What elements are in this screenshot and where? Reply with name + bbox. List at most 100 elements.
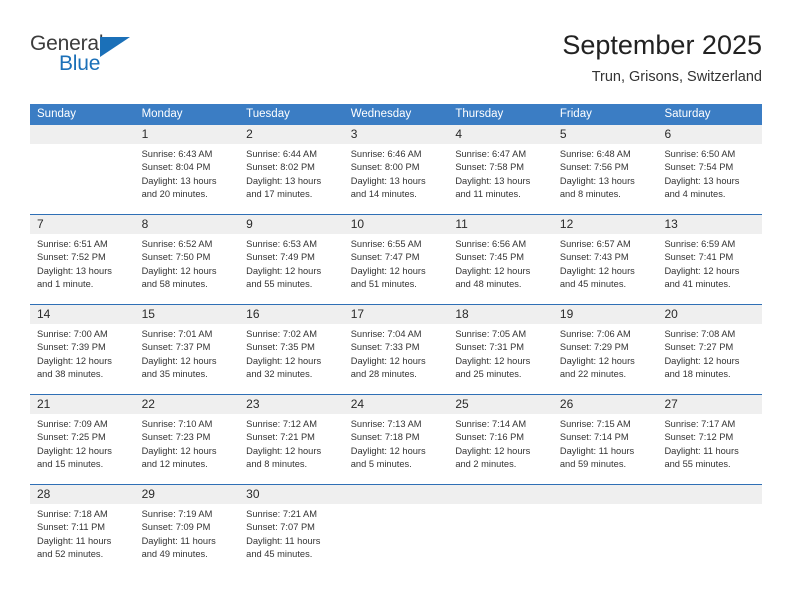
calendar-day-cell[interactable]: 29 Sunrise: 7:19 AM Sunset: 7:09 PM Dayligh… [134,485,240,574]
page-header: General Blue September 2025 Trun, Grison… [30,28,762,92]
daylight-text: Daylight: 12 hours and 48 minutes. [455,265,531,289]
day-number: 4 [448,125,553,144]
sunset-text: Sunset: 7:12 PM [664,432,734,443]
calendar-day-cell-empty [30,125,135,214]
calendar-day-cell[interactable]: 7 Sunrise: 6:51 AM Sunset: 7:52 PM Daylight… [30,215,135,304]
daylight-text: Daylight: 12 hours and 41 minutes. [664,265,740,289]
calendar-day-cell[interactable]: 27 Sunrise: 7:17 AM Sunset: 7:12 PM Dayligh… [657,395,763,484]
calendar-day-cell[interactable]: 28 Sunrise: 7:18 AM Sunset: 7:11 PM Dayligh… [30,485,135,574]
day-sun-info: Sunrise: 7:12 AM Sunset: 7:21 PM Daylight:… [239,414,344,471]
day-number: 10 [343,215,449,234]
day-number: 2 [239,125,344,144]
calendar-day-cell[interactable]: 14 Sunrise: 7:00 AM Sunset: 7:39 PM Dayligh… [30,305,135,394]
calendar-day-cell-empty [657,485,763,574]
calendar-day-cell[interactable]: 25 Sunrise: 7:14 AM Sunset: 7:16 PM Dayligh… [448,395,553,484]
sunset-text: Sunset: 7:25 PM [37,432,106,443]
sunrise-text: Sunrise: 7:10 AM [141,419,213,429]
day-number: 22 [134,395,240,414]
daylight-text: Daylight: 12 hours and 15 minutes. [37,445,112,469]
day-number: 5 [552,125,658,144]
calendar-day-cell[interactable]: 15 Sunrise: 7:01 AM Sunset: 7:37 PM Dayligh… [134,305,240,394]
calendar-day-cell[interactable]: 16 Sunrise: 7:02 AM Sunset: 7:35 PM Dayligh… [239,305,344,394]
calendar-day-cell[interactable]: 21 Sunrise: 7:09 AM Sunset: 7:25 PM Dayligh… [30,395,135,484]
weekday-header-friday: Friday [559,108,592,120]
calendar-day-cell[interactable]: 9 Sunrise: 6:53 AM Sunset: 7:49 PM Daylight… [239,215,344,304]
day-sun-info: Sunrise: 7:21 AM Sunset: 7:07 PM Daylight:… [239,504,344,561]
calendar-day-cell[interactable]: 11 Sunrise: 6:56 AM Sunset: 7:45 PM Dayligh… [448,215,553,304]
day-sun-info: Sunrise: 7:18 AM Sunset: 7:11 PM Daylight:… [30,504,135,561]
calendar-day-cell[interactable]: 2 Sunrise: 6:44 AM Sunset: 8:02 PM Daylight… [239,125,344,214]
sunrise-text: Sunrise: 6:59 AM [664,239,736,249]
weekday-header-tuesday: Tuesday [246,108,290,120]
calendar-weeks: 1 Sunrise: 6:43 AM Sunset: 8:04 PM Daylight… [30,125,763,574]
day-sun-info: Sunrise: 6:52 AM Sunset: 7:50 PM Daylight:… [135,234,240,291]
day-number: 9 [239,215,344,234]
calendar-grid: Sunday Monday Tuesday Wednesday Thursday… [30,104,763,574]
flag-triangle-icon [100,37,130,57]
day-number: 24 [343,395,449,414]
sunset-text: Sunset: 7:23 PM [141,432,211,443]
sunset-text: Sunset: 7:07 PM [246,522,315,533]
daylight-text: Daylight: 12 hours and 51 minutes. [350,265,426,289]
sunrise-text: Sunrise: 7:17 AM [664,419,736,429]
calendar-day-cell[interactable]: 26 Sunrise: 7:15 AM Sunset: 7:14 PM Dayligh… [552,395,658,484]
day-sun-info: Sunrise: 7:10 AM Sunset: 7:23 PM Daylight:… [135,414,240,471]
daylight-text: Daylight: 12 hours and 8 minutes. [246,445,322,469]
calendar-day-cell[interactable]: 17 Sunrise: 7:04 AM Sunset: 7:33 PM Dayligh… [343,305,449,394]
sunrise-text: Sunrise: 6:51 AM [37,239,108,249]
day-sun-info: Sunrise: 6:48 AM Sunset: 7:56 PM Daylight:… [553,144,658,201]
general-blue-logo[interactable]: General Blue [30,32,160,86]
page-title: September 2025 [562,30,762,60]
day-number: 16 [239,305,344,324]
day-sun-info: Sunrise: 7:08 AM Sunset: 7:27 PM Daylight:… [657,324,762,381]
daylight-text: Daylight: 11 hours and 49 minutes. [141,535,216,559]
day-number: 11 [448,215,553,234]
calendar-day-cell[interactable]: 10 Sunrise: 6:55 AM Sunset: 7:47 PM Dayligh… [343,215,449,304]
day-sun-info: Sunrise: 7:06 AM Sunset: 7:29 PM Daylight:… [553,324,658,381]
daylight-text: Daylight: 12 hours and 38 minutes. [37,355,112,379]
calendar-day-cell-empty [552,485,658,574]
calendar-day-cell[interactable]: 5 Sunrise: 6:48 AM Sunset: 7:56 PM Daylight… [552,125,658,214]
calendar-day-cell[interactable]: 3 Sunrise: 6:46 AM Sunset: 8:00 PM Daylight… [343,125,449,214]
sunset-text: Sunset: 7:56 PM [559,162,629,173]
sunset-text: Sunset: 7:09 PM [141,522,211,533]
day-number: 25 [448,395,553,414]
day-sun-info: Sunrise: 6:59 AM Sunset: 7:41 PM Daylight:… [657,234,762,291]
sunrise-text: Sunrise: 7:05 AM [455,329,527,339]
sunset-text: Sunset: 7:11 PM [37,522,106,533]
day-number [657,485,763,504]
day-number [343,485,449,504]
sunset-text: Sunset: 8:04 PM [141,162,211,173]
calendar-day-cell[interactable]: 12 Sunrise: 6:57 AM Sunset: 7:43 PM Dayligh… [552,215,658,304]
sunrise-text: Sunrise: 7:19 AM [141,509,213,519]
day-sun-info: Sunrise: 7:15 AM Sunset: 7:14 PM Daylight:… [553,414,658,471]
day-sun-info: Sunrise: 6:56 AM Sunset: 7:45 PM Daylight:… [448,234,553,291]
daylight-text: Daylight: 11 hours and 52 minutes. [37,535,112,559]
sunrise-text: Sunrise: 7:12 AM [246,419,317,429]
calendar-page: General Blue September 2025 Trun, Grison… [0,0,792,612]
day-sun-info: Sunrise: 6:47 AM Sunset: 7:58 PM Daylight:… [448,144,553,201]
calendar-day-cell[interactable]: 18 Sunrise: 7:05 AM Sunset: 7:31 PM Dayligh… [448,305,553,394]
calendar-day-cell[interactable]: 23 Sunrise: 7:12 AM Sunset: 7:21 PM Dayligh… [239,395,344,484]
calendar-day-cell[interactable]: 8 Sunrise: 6:52 AM Sunset: 7:50 PM Daylight… [134,215,240,304]
calendar-day-cell[interactable]: 30 Sunrise: 7:21 AM Sunset: 7:07 PM Dayligh… [239,485,344,574]
sunset-text: Sunset: 7:43 PM [559,252,629,263]
daylight-text: Daylight: 13 hours and 20 minutes. [141,175,217,199]
daylight-text: Daylight: 12 hours and 55 minutes. [246,265,322,289]
calendar-day-cell[interactable]: 13 Sunrise: 6:59 AM Sunset: 7:41 PM Dayligh… [657,215,763,304]
sunrise-text: Sunrise: 7:18 AM [37,509,108,519]
day-number: 30 [239,485,344,504]
weekday-header-monday: Monday [141,108,183,120]
weekday-header-thursday: Thursday [455,108,504,120]
calendar-day-cell[interactable]: 22 Sunrise: 7:10 AM Sunset: 7:23 PM Dayligh… [134,395,240,484]
calendar-day-cell[interactable]: 6 Sunrise: 6:50 AM Sunset: 7:54 PM Daylight… [657,125,763,214]
calendar-day-cell[interactable]: 20 Sunrise: 7:08 AM Sunset: 7:27 PM Dayligh… [657,305,763,394]
calendar-day-cell[interactable]: 1 Sunrise: 6:43 AM Sunset: 8:04 PM Daylight… [134,125,240,214]
calendar-day-cell[interactable]: 19 Sunrise: 7:06 AM Sunset: 7:29 PM Dayligh… [552,305,658,394]
calendar-day-cell[interactable]: 4 Sunrise: 6:47 AM Sunset: 7:58 PM Daylight… [448,125,553,214]
calendar-day-cell[interactable]: 24 Sunrise: 7:13 AM Sunset: 7:18 PM Dayligh… [343,395,449,484]
day-number: 8 [134,215,240,234]
sunset-text: Sunset: 7:14 PM [559,432,629,443]
sunrise-text: Sunrise: 7:01 AM [141,329,213,339]
sunrise-text: Sunrise: 7:02 AM [246,329,317,339]
